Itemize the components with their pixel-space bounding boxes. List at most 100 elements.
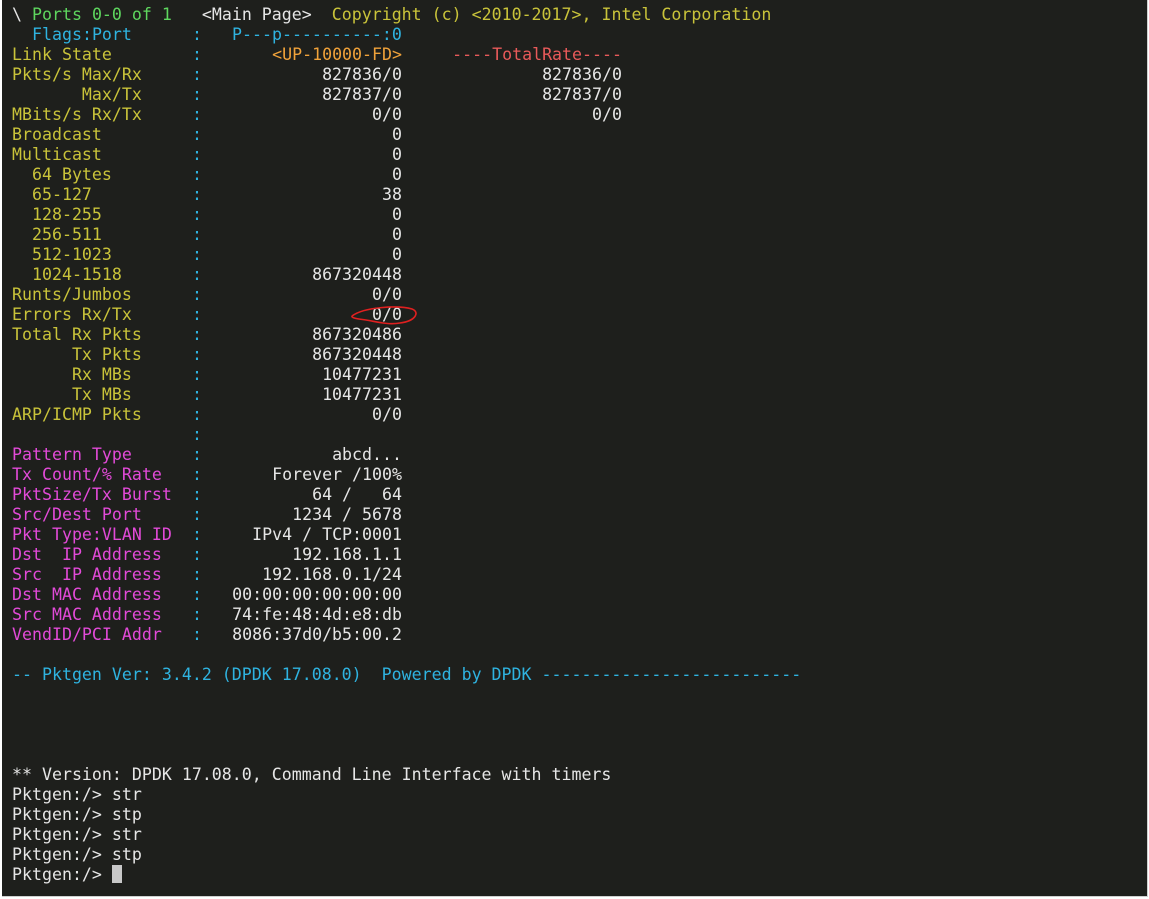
- stats-row: Pkts/s Max/Rx: 827836/0 827836/0: [12, 65, 1112, 85]
- config-row: Dst IP Address: 192.168.1.1: [12, 545, 1112, 565]
- cli-history-line: Pktgen:/> str: [12, 825, 142, 844]
- stats-row: :: [12, 425, 1112, 445]
- spinner: \: [12, 5, 22, 24]
- stat-separator: :: [192, 65, 202, 84]
- stat-label: MBits/s Rx/Tx: [12, 105, 142, 124]
- stats-row: ARP/ICMP Pkts: 0/0: [12, 405, 1112, 425]
- stat-port0-value: 827837/0: [322, 85, 402, 104]
- config-row: Pkt Type:VLAN ID: IPv4 / TCP:0001: [12, 525, 1112, 545]
- config-value: 00:00:00:00:00:00: [232, 585, 402, 604]
- stats-row: Multicast: 0: [12, 145, 1112, 165]
- stat-port0-value: 10477231: [322, 365, 402, 384]
- stats-row: Rx MBs: 10477231: [12, 365, 1112, 385]
- stat-label: Tx MBs: [12, 385, 132, 404]
- stat-port0-value: 867320486: [312, 325, 402, 344]
- config-separator: :: [192, 585, 202, 604]
- stats-row: Tx Pkts: 867320448: [12, 345, 1112, 365]
- stat-separator: :: [192, 185, 202, 204]
- config-label: Pkt Type:VLAN ID: [12, 525, 172, 544]
- config-row: Pattern Type: abcd...: [12, 445, 1112, 465]
- stats-row: Tx MBs: 10477231: [12, 385, 1112, 405]
- config-label: Src/Dest Port: [12, 505, 142, 524]
- stats-row: 1024-1518: 867320448: [12, 265, 1112, 285]
- config-value: 64 / 64: [312, 485, 402, 504]
- footer-right: Powered by DPDK ------------------------…: [381, 665, 802, 684]
- stat-label: 1024-1518: [12, 265, 122, 284]
- link-state-port0: <UP-10000-FD>: [272, 45, 402, 64]
- cli-history-line: Pktgen:/> str: [12, 785, 142, 804]
- stat-label: Max/Tx: [12, 85, 142, 104]
- config-label: Tx Count/% Rate: [12, 465, 162, 484]
- config-value: IPv4 / TCP:0001: [252, 525, 402, 544]
- stats-row: Total Rx Pkts: 867320486: [12, 325, 1112, 345]
- stats-row: MBits/s Rx/Tx: 0/0 0/0: [12, 105, 1112, 125]
- stat-separator: :: [192, 225, 202, 244]
- stats-row: Broadcast: 0: [12, 125, 1112, 145]
- stat-port0-value: 827836/0: [322, 65, 402, 84]
- stats-row: 65-127: 38: [12, 185, 1112, 205]
- stat-separator: :: [192, 345, 202, 364]
- config-label: Dst IP Address: [12, 545, 162, 564]
- stat-port0-value: 10477231: [322, 385, 402, 404]
- stat-separator: :: [192, 385, 202, 404]
- version-footer: -- Pktgen Ver: 3.4.2 (DPDK 17.08.0) Powe…: [12, 665, 801, 685]
- config-separator: :: [192, 545, 202, 564]
- stat-label: Errors Rx/Tx: [12, 305, 132, 324]
- config-value: Forever /100%: [272, 465, 402, 484]
- stat-separator: :: [192, 125, 202, 144]
- stat-port0-value: 0: [392, 165, 402, 184]
- footer-left: -- Pktgen Ver: 3.4.2 (DPDK 17.08.0): [12, 665, 362, 684]
- link-state-label: Link State: [12, 45, 112, 64]
- config-value: 1234 / 5678: [292, 505, 402, 524]
- flags-value: P---p----------:0: [232, 25, 402, 44]
- stat-separator: :: [192, 305, 202, 324]
- config-label: VendID/PCI Addr: [12, 625, 162, 644]
- terminal-window[interactable]: \ Ports 0-0 of 1 <Main Page> Copyright (…: [2, 0, 1148, 897]
- stat-port0-value: 867320448: [312, 345, 402, 364]
- config-label: PktSize/Tx Burst: [12, 485, 172, 504]
- stat-label: Multicast: [12, 145, 102, 164]
- stat-label: Total Rx Pkts: [12, 325, 142, 344]
- stat-label: Tx Pkts: [12, 345, 142, 364]
- stat-port0-value: 0/0: [372, 405, 402, 424]
- stat-separator: :: [192, 265, 202, 284]
- stat-port0-value: 0/0: [372, 285, 402, 304]
- cli-prompt-line[interactable]: Pktgen:/>: [12, 865, 122, 885]
- stat-separator: :: [192, 85, 202, 104]
- stats-row: 64 Bytes: 0: [12, 165, 1112, 185]
- cli-prompt: Pktgen:/>: [12, 865, 112, 884]
- config-row: PktSize/Tx Burst: 64 / 64: [12, 485, 1112, 505]
- stats-row: 512-1023: 0: [12, 245, 1112, 265]
- stat-total-value: 0/0: [592, 105, 622, 124]
- total-rate-header: ----TotalRate----: [452, 45, 622, 64]
- stat-separator: :: [192, 325, 202, 344]
- config-row: VendID/PCI Addr: 8086:37d0/b5:00.2: [12, 625, 1112, 645]
- config-row: Src MAC Address: 74:fe:48:4d:e8:db: [12, 605, 1112, 625]
- stats-row: Runts/Jumbos: 0/0: [12, 285, 1112, 305]
- config-separator: :: [192, 565, 202, 584]
- stats-row: Errors Rx/Tx: 0/0: [12, 305, 1112, 325]
- text-cursor[interactable]: [111, 865, 122, 883]
- stat-label: 64 Bytes: [12, 165, 112, 184]
- stat-label: ARP/ICMP Pkts: [12, 405, 142, 424]
- config-value: 192.168.0.1/24: [262, 565, 402, 584]
- stat-label: Pkts/s Max/Rx: [12, 65, 142, 84]
- stat-port0-value: 0/0: [372, 105, 402, 124]
- stat-label: 256-511: [12, 225, 102, 244]
- ports-indicator: Ports 0-0 of 1: [32, 5, 172, 24]
- stat-port0-value: 0: [392, 225, 402, 244]
- stat-port0-value: 0/0: [372, 305, 402, 324]
- config-separator: :: [192, 465, 202, 484]
- stat-separator: :: [192, 205, 202, 224]
- stat-port0-value: 0: [392, 125, 402, 144]
- stat-separator: :: [192, 105, 202, 124]
- stat-separator: :: [192, 405, 202, 424]
- config-separator: :: [192, 605, 202, 624]
- stat-total-value: 827836/0: [542, 65, 622, 84]
- config-label: Pattern Type: [12, 445, 132, 464]
- stat-label: Broadcast: [12, 125, 102, 144]
- stat-separator: :: [192, 425, 202, 444]
- stat-label: 65-127: [12, 185, 92, 204]
- stats-row: 128-255: 0: [12, 205, 1112, 225]
- flags-sep: :: [192, 25, 202, 44]
